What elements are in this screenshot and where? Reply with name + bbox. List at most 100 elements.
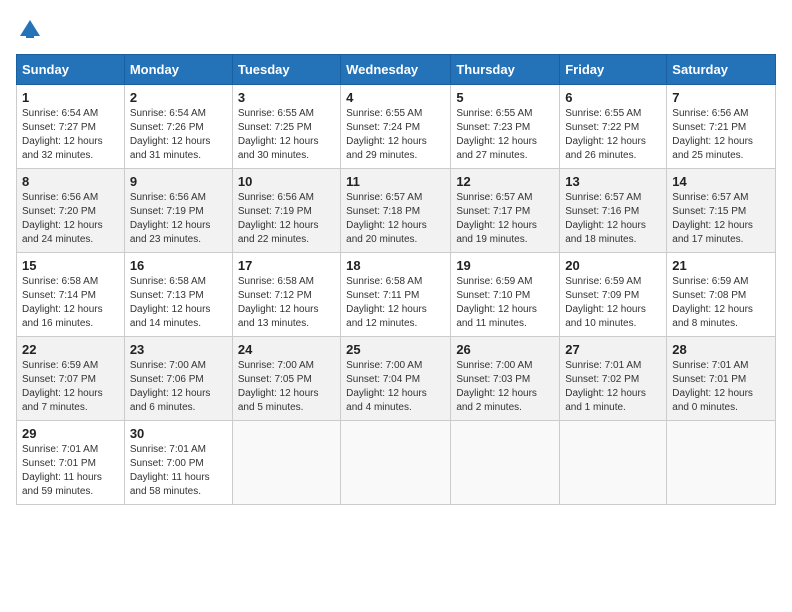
day-info: Sunrise: 7:00 AM Sunset: 7:04 PM Dayligh… xyxy=(346,359,445,415)
day-number: 22 xyxy=(22,342,119,357)
calendar-cell xyxy=(560,421,667,505)
calendar-cell: 6 Sunrise: 6:55 AM Sunset: 7:22 PM Daylig… xyxy=(560,85,667,169)
calendar-cell: 16 Sunrise: 6:58 AM Sunset: 7:13 PM Dayli… xyxy=(124,253,232,337)
day-info: Sunrise: 6:59 AM Sunset: 7:07 PM Dayligh… xyxy=(22,359,119,415)
calendar-cell: 13Sunrise: 6:57 AM Sunset: 7:16 PM Dayli… xyxy=(560,169,667,253)
col-header-tuesday: Tuesday xyxy=(232,55,340,85)
calendar-cell xyxy=(232,421,340,505)
day-number: 26 xyxy=(456,342,554,357)
calendar-cell xyxy=(451,421,560,505)
day-info: Sunrise: 6:55 AM Sunset: 7:24 PM Dayligh… xyxy=(346,107,445,163)
day-number: 14 xyxy=(672,174,770,189)
day-info: Sunrise: 6:58 AM Sunset: 7:13 PM Dayligh… xyxy=(130,275,227,331)
calendar-cell: 1 Sunrise: 6:54 AM Sunset: 7:27 PM Daylig… xyxy=(17,85,125,169)
day-number: 30 xyxy=(130,426,227,441)
calendar-cell: 29Sunrise: 7:01 AM Sunset: 7:01 PM Dayli… xyxy=(17,421,125,505)
day-number: 4 xyxy=(346,90,445,105)
col-header-monday: Monday xyxy=(124,55,232,85)
day-info: Sunrise: 7:01 AM Sunset: 7:00 PM Dayligh… xyxy=(130,443,227,499)
day-number: 3 xyxy=(238,90,335,105)
day-info: Sunrise: 7:00 AM Sunset: 7:03 PM Dayligh… xyxy=(456,359,554,415)
day-info: Sunrise: 7:01 AM Sunset: 7:01 PM Dayligh… xyxy=(672,359,770,415)
calendar-cell: 2Sunrise: 6:54 AM Sunset: 7:26 PM Daylig… xyxy=(124,85,232,169)
calendar-cell: 15 Sunrise: 6:58 AM Sunset: 7:14 PM Dayli… xyxy=(17,253,125,337)
day-number: 18 xyxy=(346,258,445,273)
day-info: Sunrise: 6:58 AM Sunset: 7:14 PM Dayligh… xyxy=(22,275,119,331)
calendar-cell: 10 Sunrise: 6:56 AM Sunset: 7:19 PM Dayli… xyxy=(232,169,340,253)
calendar-row: 1 Sunrise: 6:54 AM Sunset: 7:27 PM Daylig… xyxy=(17,85,776,169)
day-number: 27 xyxy=(565,342,661,357)
day-number: 28 xyxy=(672,342,770,357)
day-info: Sunrise: 6:56 AM Sunset: 7:19 PM Dayligh… xyxy=(130,191,227,247)
calendar-cell: 8 Sunrise: 6:56 AM Sunset: 7:20 PM Daylig… xyxy=(17,169,125,253)
day-number: 25 xyxy=(346,342,445,357)
col-header-sunday: Sunday xyxy=(17,55,125,85)
calendar-row: 29Sunrise: 7:01 AM Sunset: 7:01 PM Dayli… xyxy=(17,421,776,505)
logo-icon xyxy=(16,16,44,44)
day-info: Sunrise: 6:57 AM Sunset: 7:16 PM Dayligh… xyxy=(565,191,661,247)
day-info: Sunrise: 6:58 AM Sunset: 7:12 PM Dayligh… xyxy=(238,275,335,331)
day-info: Sunrise: 6:54 AM Sunset: 7:27 PM Dayligh… xyxy=(22,107,119,163)
calendar-cell: 19 Sunrise: 6:59 AM Sunset: 7:10 PM Dayli… xyxy=(451,253,560,337)
day-info: Sunrise: 6:55 AM Sunset: 7:23 PM Dayligh… xyxy=(456,107,554,163)
col-header-wednesday: Wednesday xyxy=(341,55,451,85)
day-number: 16 xyxy=(130,258,227,273)
day-number: 17 xyxy=(238,258,335,273)
calendar-row: 22 Sunrise: 6:59 AM Sunset: 7:07 PM Dayli… xyxy=(17,337,776,421)
calendar-cell: 4 Sunrise: 6:55 AM Sunset: 7:24 PM Daylig… xyxy=(341,85,451,169)
day-info: Sunrise: 6:56 AM Sunset: 7:20 PM Dayligh… xyxy=(22,191,119,247)
calendar-cell: 26 Sunrise: 7:00 AM Sunset: 7:03 PM Dayli… xyxy=(451,337,560,421)
day-number: 29 xyxy=(22,426,119,441)
day-info: Sunrise: 6:59 AM Sunset: 7:08 PM Dayligh… xyxy=(672,275,770,331)
day-number: 23 xyxy=(130,342,227,357)
day-info: Sunrise: 6:56 AM Sunset: 7:21 PM Dayligh… xyxy=(672,107,770,163)
day-number: 2 xyxy=(130,90,227,105)
calendar-cell: 25 Sunrise: 7:00 AM Sunset: 7:04 PM Dayli… xyxy=(341,337,451,421)
day-number: 6 xyxy=(565,90,661,105)
calendar-cell: 14 Sunrise: 6:57 AM Sunset: 7:15 PM Dayli… xyxy=(667,169,776,253)
calendar-header-row: SundayMondayTuesdayWednesdayThursdayFrid… xyxy=(17,55,776,85)
day-info: Sunrise: 6:57 AM Sunset: 7:15 PM Dayligh… xyxy=(672,191,770,247)
col-header-friday: Friday xyxy=(560,55,667,85)
calendar-cell: 23 Sunrise: 7:00 AM Sunset: 7:06 PM Dayli… xyxy=(124,337,232,421)
day-number: 15 xyxy=(22,258,119,273)
day-info: Sunrise: 6:55 AM Sunset: 7:25 PM Dayligh… xyxy=(238,107,335,163)
calendar-cell: 11Sunrise: 6:57 AM Sunset: 7:18 PM Dayli… xyxy=(341,169,451,253)
day-number: 20 xyxy=(565,258,661,273)
day-number: 24 xyxy=(238,342,335,357)
calendar-cell: 22 Sunrise: 6:59 AM Sunset: 7:07 PM Dayli… xyxy=(17,337,125,421)
day-info: Sunrise: 6:59 AM Sunset: 7:10 PM Dayligh… xyxy=(456,275,554,331)
calendar-cell: 27 Sunrise: 7:01 AM Sunset: 7:02 PM Dayli… xyxy=(560,337,667,421)
day-info: Sunrise: 7:00 AM Sunset: 7:05 PM Dayligh… xyxy=(238,359,335,415)
day-number: 10 xyxy=(238,174,335,189)
day-info: Sunrise: 6:58 AM Sunset: 7:11 PM Dayligh… xyxy=(346,275,445,331)
calendar-row: 15 Sunrise: 6:58 AM Sunset: 7:14 PM Dayli… xyxy=(17,253,776,337)
calendar-cell: 12Sunrise: 6:57 AM Sunset: 7:17 PM Dayli… xyxy=(451,169,560,253)
day-number: 1 xyxy=(22,90,119,105)
page-header xyxy=(16,16,776,44)
day-info: Sunrise: 6:56 AM Sunset: 7:19 PM Dayligh… xyxy=(238,191,335,247)
day-info: Sunrise: 6:57 AM Sunset: 7:18 PM Dayligh… xyxy=(346,191,445,247)
calendar-cell: 9 Sunrise: 6:56 AM Sunset: 7:19 PM Daylig… xyxy=(124,169,232,253)
calendar-cell: 21 Sunrise: 6:59 AM Sunset: 7:08 PM Dayli… xyxy=(667,253,776,337)
day-info: Sunrise: 6:59 AM Sunset: 7:09 PM Dayligh… xyxy=(565,275,661,331)
day-info: Sunrise: 6:55 AM Sunset: 7:22 PM Dayligh… xyxy=(565,107,661,163)
calendar-cell: 17 Sunrise: 6:58 AM Sunset: 7:12 PM Dayli… xyxy=(232,253,340,337)
day-number: 19 xyxy=(456,258,554,273)
calendar-table: SundayMondayTuesdayWednesdayThursdayFrid… xyxy=(16,54,776,505)
logo xyxy=(16,16,48,44)
day-number: 7 xyxy=(672,90,770,105)
calendar-cell: 24 Sunrise: 7:00 AM Sunset: 7:05 PM Dayli… xyxy=(232,337,340,421)
calendar-cell xyxy=(341,421,451,505)
col-header-thursday: Thursday xyxy=(451,55,560,85)
day-number: 12 xyxy=(456,174,554,189)
day-info: Sunrise: 7:01 AM Sunset: 7:02 PM Dayligh… xyxy=(565,359,661,415)
day-number: 8 xyxy=(22,174,119,189)
day-number: 21 xyxy=(672,258,770,273)
day-info: Sunrise: 7:00 AM Sunset: 7:06 PM Dayligh… xyxy=(130,359,227,415)
calendar-cell: 28 Sunrise: 7:01 AM Sunset: 7:01 PM Dayli… xyxy=(667,337,776,421)
day-number: 9 xyxy=(130,174,227,189)
calendar-row: 8 Sunrise: 6:56 AM Sunset: 7:20 PM Daylig… xyxy=(17,169,776,253)
day-number: 5 xyxy=(456,90,554,105)
col-header-saturday: Saturday xyxy=(667,55,776,85)
